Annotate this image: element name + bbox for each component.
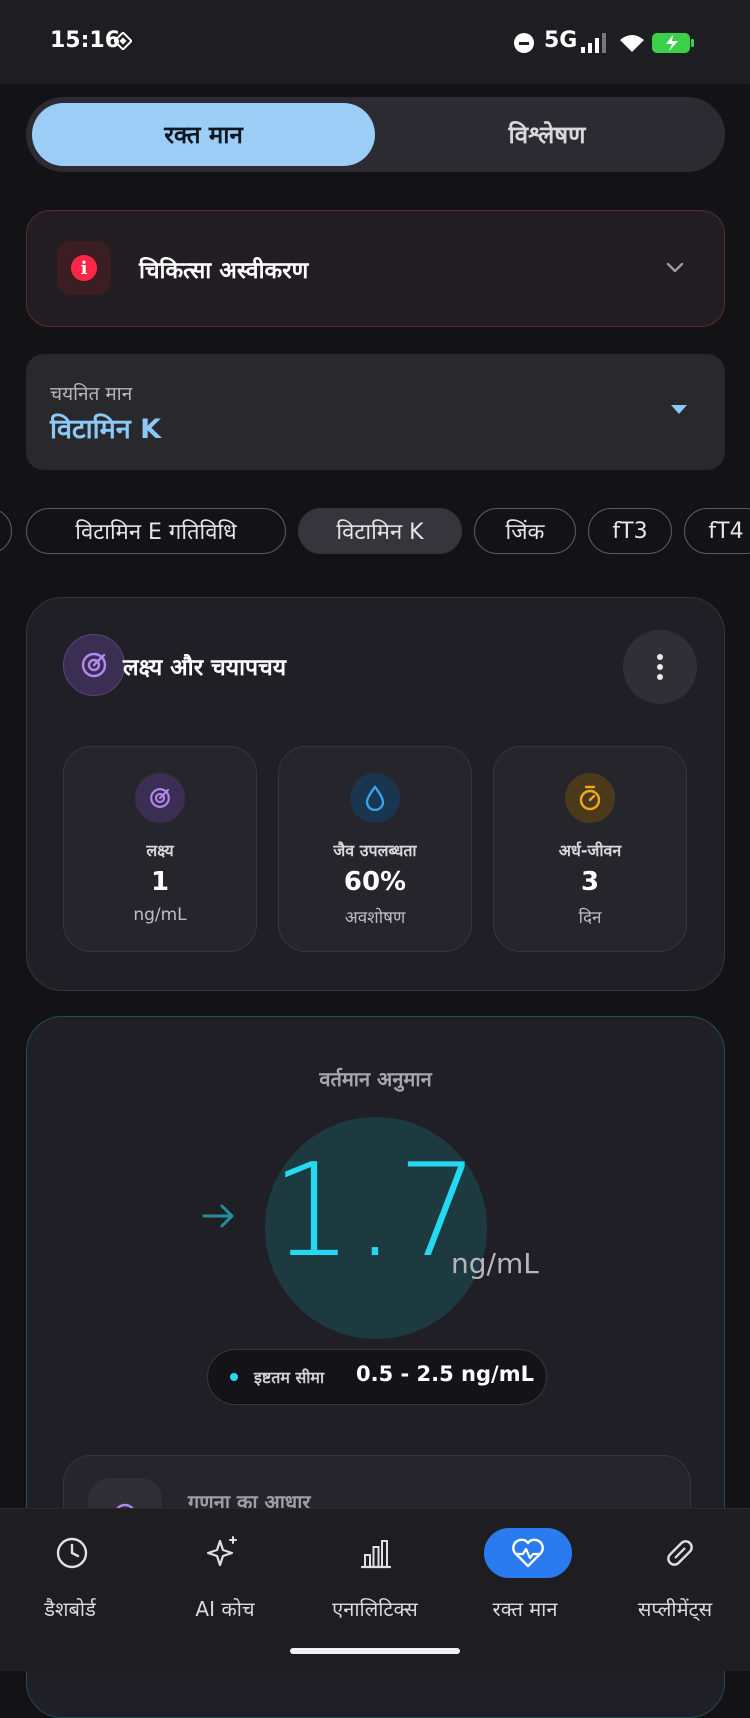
nav-label: एनालिटिक्स <box>332 1597 418 1621</box>
nav-analytics[interactable]: एनालिटिक्स <box>300 1509 450 1629</box>
diamond-icon <box>114 32 132 50</box>
view-toggle: रक्त मान विश्लेषण <box>26 97 725 172</box>
range-dot <box>230 1373 238 1381</box>
network-type: 5G <box>544 28 578 53</box>
nav-label: डैशबोर्ड <box>44 1597 96 1621</box>
heart-pulse-icon <box>512 1538 544 1568</box>
metric-label: अर्ध-जीवन <box>558 841 622 860</box>
selected-value-label: चयनित मान <box>50 383 133 405</box>
status-time: 15:16 <box>50 28 121 53</box>
bottom-navigation: डैशबोर्ड AI कोच एनालिटिक्स रक्त मान सप्ल… <box>0 1508 750 1671</box>
disclaimer-icon-box: i <box>57 241 111 295</box>
pill-icon <box>667 1540 693 1566</box>
metric-label: लक्ष्य <box>146 841 174 860</box>
metric-label: जैव उपलब्धता <box>333 841 417 860</box>
arrow-right-icon <box>202 1204 234 1228</box>
more-dot <box>657 664 663 670</box>
metric-icon-box <box>565 773 615 823</box>
metric-bioavailability: जैव उपलब्धता 60% अवशोषण <box>278 746 472 952</box>
metric-value: 60% <box>343 867 407 897</box>
more-dot <box>657 654 663 660</box>
wifi-icon <box>620 35 644 52</box>
goals-card-title: लक्ष्य और चयापचय <box>123 655 287 681</box>
target-icon <box>81 652 107 678</box>
more-options-button[interactable] <box>623 630 697 704</box>
chevron-down-icon[interactable] <box>663 255 687 279</box>
metric-icon-box <box>135 773 185 823</box>
nav-ai-coach[interactable]: AI कोच <box>150 1509 300 1629</box>
nav-label: सप्लीमेंट्स <box>637 1597 713 1621</box>
chip-zinc[interactable]: जिंक <box>474 508 576 554</box>
info-icon: i <box>71 255 97 281</box>
goals-metabolism-card: लक्ष्य और चयापचय लक्ष्य 1 ng/mL जैव उपलब… <box>26 597 725 991</box>
more-dot <box>657 674 663 680</box>
metric-value: 3 <box>580 867 600 897</box>
dropdown-caret-icon <box>671 405 687 414</box>
goal-icon-box <box>63 634 125 696</box>
nav-label: AI कोच <box>195 1597 255 1621</box>
metric-unit: ng/mL <box>133 905 187 925</box>
metric-target: लक्ष्य 1 ng/mL <box>63 746 257 952</box>
sparkle-icon <box>206 1536 237 1567</box>
estimate-unit: ng/mL <box>451 1247 539 1280</box>
estimate-label: वर्तमान अनुमान <box>319 1067 432 1091</box>
metric-half-life: अर्ध-जीवन 3 दिन <box>493 746 687 952</box>
selected-value-dropdown[interactable]: चयनित मान विटामिन K <box>26 354 725 470</box>
chip-vitamin-k[interactable]: विटामिन K <box>298 508 462 554</box>
metric-value: 1 <box>150 867 170 897</box>
nav-dashboard[interactable]: डैशबोर्ड <box>0 1509 150 1629</box>
stopwatch-icon <box>579 785 601 811</box>
nav-label: रक्त मान <box>492 1597 558 1621</box>
drop-icon <box>365 785 385 811</box>
metric-icon-box <box>350 773 400 823</box>
tab-analysis[interactable]: विश्लेषण <box>375 103 719 166</box>
metric-unit: अवशोषण <box>344 908 406 928</box>
disclaimer-title: चिकित्सा अस्वीकरण <box>139 258 309 284</box>
chip-ft3[interactable]: fT3 <box>588 508 672 554</box>
nav-blood-values[interactable]: रक्त मान <box>450 1509 600 1629</box>
range-value: 0.5 - 2.5 ng/mL <box>356 1362 534 1386</box>
do-not-disturb-icon <box>514 33 534 53</box>
bar-chart-icon <box>360 1540 392 1569</box>
medical-disclaimer[interactable]: i चिकित्सा अस्वीकरण <box>26 210 725 327</box>
clock-icon <box>56 1537 88 1569</box>
marker-chip-list: विटामिन E गतिविधि विटामिन K जिंक fT3 fT4 <box>0 508 750 558</box>
selected-value: विटामिन K <box>50 414 162 445</box>
target-icon <box>150 788 170 808</box>
optimal-range-badge: इष्टतम सीमा 0.5 - 2.5 ng/mL <box>207 1349 547 1405</box>
chip-vitamin-e-activity[interactable]: विटामिन E गतिविधि <box>26 508 286 554</box>
battery-charging-icon <box>652 33 694 53</box>
home-indicator[interactable] <box>290 1648 460 1654</box>
range-label: इष्टतम सीमा <box>254 1368 325 1387</box>
signal-icon <box>581 33 606 53</box>
metric-unit: दिन <box>578 908 602 928</box>
chip-partial[interactable] <box>0 508 12 554</box>
nav-supplements[interactable]: सप्लीमेंट्स <box>600 1509 750 1629</box>
chip-ft4[interactable]: fT4 <box>684 508 750 554</box>
tab-blood-values[interactable]: रक्त मान <box>32 103 375 166</box>
status-bar: 15:16 5G <box>0 0 750 84</box>
